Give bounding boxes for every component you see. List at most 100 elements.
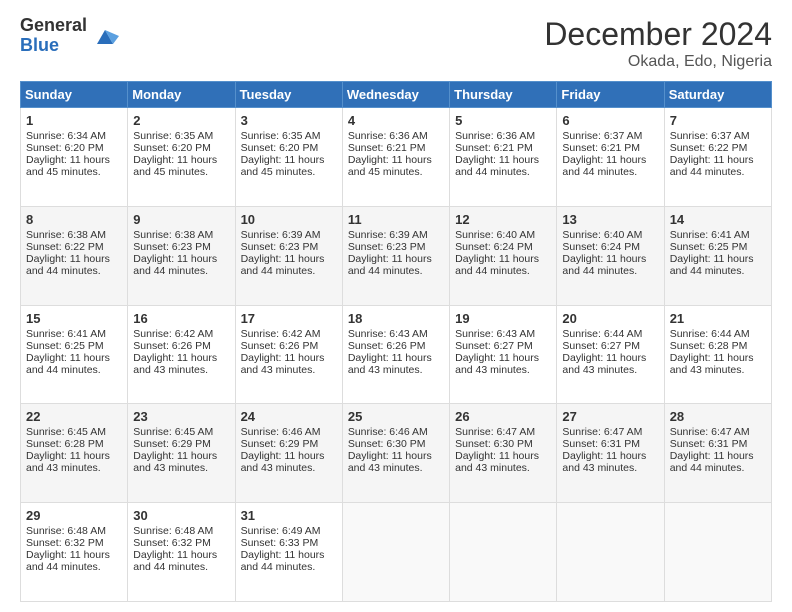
daylight-text: Daylight: 11 hours and 44 minutes.	[26, 253, 110, 277]
calendar-cell: 29Sunrise: 6:48 AMSunset: 6:32 PMDayligh…	[21, 503, 128, 602]
daylight-text: Daylight: 11 hours and 44 minutes.	[670, 154, 754, 178]
calendar-cell: 5Sunrise: 6:36 AMSunset: 6:21 PMDaylight…	[450, 108, 557, 207]
sunrise-text: Sunrise: 6:36 AM	[348, 130, 428, 142]
day-number: 15	[26, 311, 122, 326]
calendar-cell: 16Sunrise: 6:42 AMSunset: 6:26 PMDayligh…	[128, 305, 235, 404]
sunrise-text: Sunrise: 6:37 AM	[562, 130, 642, 142]
sunset-text: Sunset: 6:27 PM	[562, 340, 640, 352]
header: General Blue December 2024 Okada, Edo, N…	[20, 16, 772, 71]
day-number: 12	[455, 212, 551, 227]
main-title: December 2024	[544, 16, 772, 53]
sunrise-text: Sunrise: 6:41 AM	[670, 229, 750, 241]
calendar-cell: 7 Sunrise: 6:37 AMSunset: 6:22 PMDaylight…	[664, 108, 771, 207]
calendar-cell: 19Sunrise: 6:43 AMSunset: 6:27 PMDayligh…	[450, 305, 557, 404]
calendar-cell: 4Sunrise: 6:36 AMSunset: 6:21 PMDaylight…	[342, 108, 449, 207]
day-number: 29	[26, 508, 122, 523]
daylight-text: Daylight: 11 hours and 43 minutes.	[241, 352, 325, 376]
sunrise-text: Sunrise: 6:48 AM	[133, 525, 213, 537]
calendar-row: 22Sunrise: 6:45 AMSunset: 6:28 PMDayligh…	[21, 404, 772, 503]
calendar-cell: 9 Sunrise: 6:38 AMSunset: 6:23 PMDaylight…	[128, 206, 235, 305]
calendar-cell: 21Sunrise: 6:44 AMSunset: 6:28 PMDayligh…	[664, 305, 771, 404]
sunrise-text: Sunrise: 6:39 AM	[348, 229, 428, 241]
day-number: 10	[241, 212, 337, 227]
sunset-text: Sunset: 6:29 PM	[241, 438, 319, 450]
day-number: 2	[133, 113, 229, 128]
day-number: 28	[670, 409, 766, 424]
calendar-cell: 3Sunrise: 6:35 AMSunset: 6:20 PMDaylight…	[235, 108, 342, 207]
sunrise-text: Sunrise: 6:38 AM	[26, 229, 106, 241]
day-header-friday: Friday	[557, 82, 664, 108]
calendar-cell: 11Sunrise: 6:39 AMSunset: 6:23 PMDayligh…	[342, 206, 449, 305]
daylight-text: Daylight: 11 hours and 44 minutes.	[455, 154, 539, 178]
daylight-text: Daylight: 11 hours and 43 minutes.	[455, 450, 539, 474]
day-number: 26	[455, 409, 551, 424]
daylight-text: Daylight: 11 hours and 43 minutes.	[348, 450, 432, 474]
day-number: 19	[455, 311, 551, 326]
sunset-text: Sunset: 6:27 PM	[455, 340, 533, 352]
daylight-text: Daylight: 11 hours and 44 minutes.	[562, 253, 646, 277]
subtitle: Okada, Edo, Nigeria	[544, 53, 772, 71]
sunrise-text: Sunrise: 6:40 AM	[562, 229, 642, 241]
daylight-text: Daylight: 11 hours and 44 minutes.	[670, 450, 754, 474]
sunset-text: Sunset: 6:32 PM	[133, 537, 211, 549]
day-header-monday: Monday	[128, 82, 235, 108]
logo: General Blue	[20, 16, 119, 56]
calendar-cell: 8Sunrise: 6:38 AMSunset: 6:22 PMDaylight…	[21, 206, 128, 305]
day-header-tuesday: Tuesday	[235, 82, 342, 108]
calendar-cell	[450, 503, 557, 602]
sunset-text: Sunset: 6:25 PM	[26, 340, 104, 352]
sunrise-text: Sunrise: 6:49 AM	[241, 525, 321, 537]
day-number: 4	[348, 113, 444, 128]
day-number: 6	[562, 113, 658, 128]
calendar-cell: 14 Sunrise: 6:41 AMSunset: 6:25 PMDayligh…	[664, 206, 771, 305]
day-number: 5	[455, 113, 551, 128]
daylight-text: Daylight: 11 hours and 44 minutes.	[241, 253, 325, 277]
daylight-text: Daylight: 11 hours and 44 minutes.	[133, 549, 217, 573]
daylight-text: Daylight: 11 hours and 44 minutes.	[670, 253, 754, 277]
daylight-text: Daylight: 11 hours and 44 minutes.	[26, 352, 110, 376]
calendar-cell: 6Sunrise: 6:37 AMSunset: 6:21 PMDaylight…	[557, 108, 664, 207]
calendar-row: 29Sunrise: 6:48 AMSunset: 6:32 PMDayligh…	[21, 503, 772, 602]
sunset-text: Sunset: 6:25 PM	[670, 241, 748, 253]
sunrise-text: Sunrise: 6:40 AM	[455, 229, 535, 241]
calendar-cell: 20Sunrise: 6:44 AMSunset: 6:27 PMDayligh…	[557, 305, 664, 404]
sunset-text: Sunset: 6:30 PM	[348, 438, 426, 450]
sunrise-text: Sunrise: 6:34 AM	[26, 130, 106, 142]
sunrise-text: Sunrise: 6:45 AM	[133, 426, 213, 438]
daylight-text: Daylight: 11 hours and 44 minutes.	[562, 154, 646, 178]
sunset-text: Sunset: 6:30 PM	[455, 438, 533, 450]
sunrise-text: Sunrise: 6:38 AM	[133, 229, 213, 241]
page: General Blue December 2024 Okada, Edo, N…	[0, 0, 792, 612]
daylight-text: Daylight: 11 hours and 43 minutes.	[455, 352, 539, 376]
daylight-text: Daylight: 11 hours and 45 minutes.	[348, 154, 432, 178]
sunrise-text: Sunrise: 6:46 AM	[241, 426, 321, 438]
calendar-cell: 25Sunrise: 6:46 AMSunset: 6:30 PMDayligh…	[342, 404, 449, 503]
sunrise-text: Sunrise: 6:37 AM	[670, 130, 750, 142]
calendar-body: 1Sunrise: 6:34 AMSunset: 6:20 PMDaylight…	[21, 108, 772, 602]
sunset-text: Sunset: 6:20 PM	[241, 142, 319, 154]
daylight-text: Daylight: 11 hours and 45 minutes.	[241, 154, 325, 178]
calendar-cell: 1Sunrise: 6:34 AMSunset: 6:20 PMDaylight…	[21, 108, 128, 207]
calendar-cell	[342, 503, 449, 602]
day-number: 31	[241, 508, 337, 523]
sunset-text: Sunset: 6:22 PM	[670, 142, 748, 154]
sunset-text: Sunset: 6:28 PM	[670, 340, 748, 352]
sunset-text: Sunset: 6:21 PM	[455, 142, 533, 154]
daylight-text: Daylight: 11 hours and 44 minutes.	[241, 549, 325, 573]
day-number: 7	[670, 113, 766, 128]
day-header-thursday: Thursday	[450, 82, 557, 108]
calendar-row: 15Sunrise: 6:41 AMSunset: 6:25 PMDayligh…	[21, 305, 772, 404]
calendar-cell: 27Sunrise: 6:47 AMSunset: 6:31 PMDayligh…	[557, 404, 664, 503]
calendar-cell: 12Sunrise: 6:40 AMSunset: 6:24 PMDayligh…	[450, 206, 557, 305]
sunset-text: Sunset: 6:23 PM	[133, 241, 211, 253]
day-number: 14	[670, 212, 766, 227]
daylight-text: Daylight: 11 hours and 44 minutes.	[133, 253, 217, 277]
day-number: 9	[133, 212, 229, 227]
sunset-text: Sunset: 6:28 PM	[26, 438, 104, 450]
daylight-text: Daylight: 11 hours and 43 minutes.	[26, 450, 110, 474]
sunset-text: Sunset: 6:20 PM	[133, 142, 211, 154]
sunset-text: Sunset: 6:24 PM	[562, 241, 640, 253]
day-header-sunday: Sunday	[21, 82, 128, 108]
sunrise-text: Sunrise: 6:47 AM	[670, 426, 750, 438]
day-number: 18	[348, 311, 444, 326]
